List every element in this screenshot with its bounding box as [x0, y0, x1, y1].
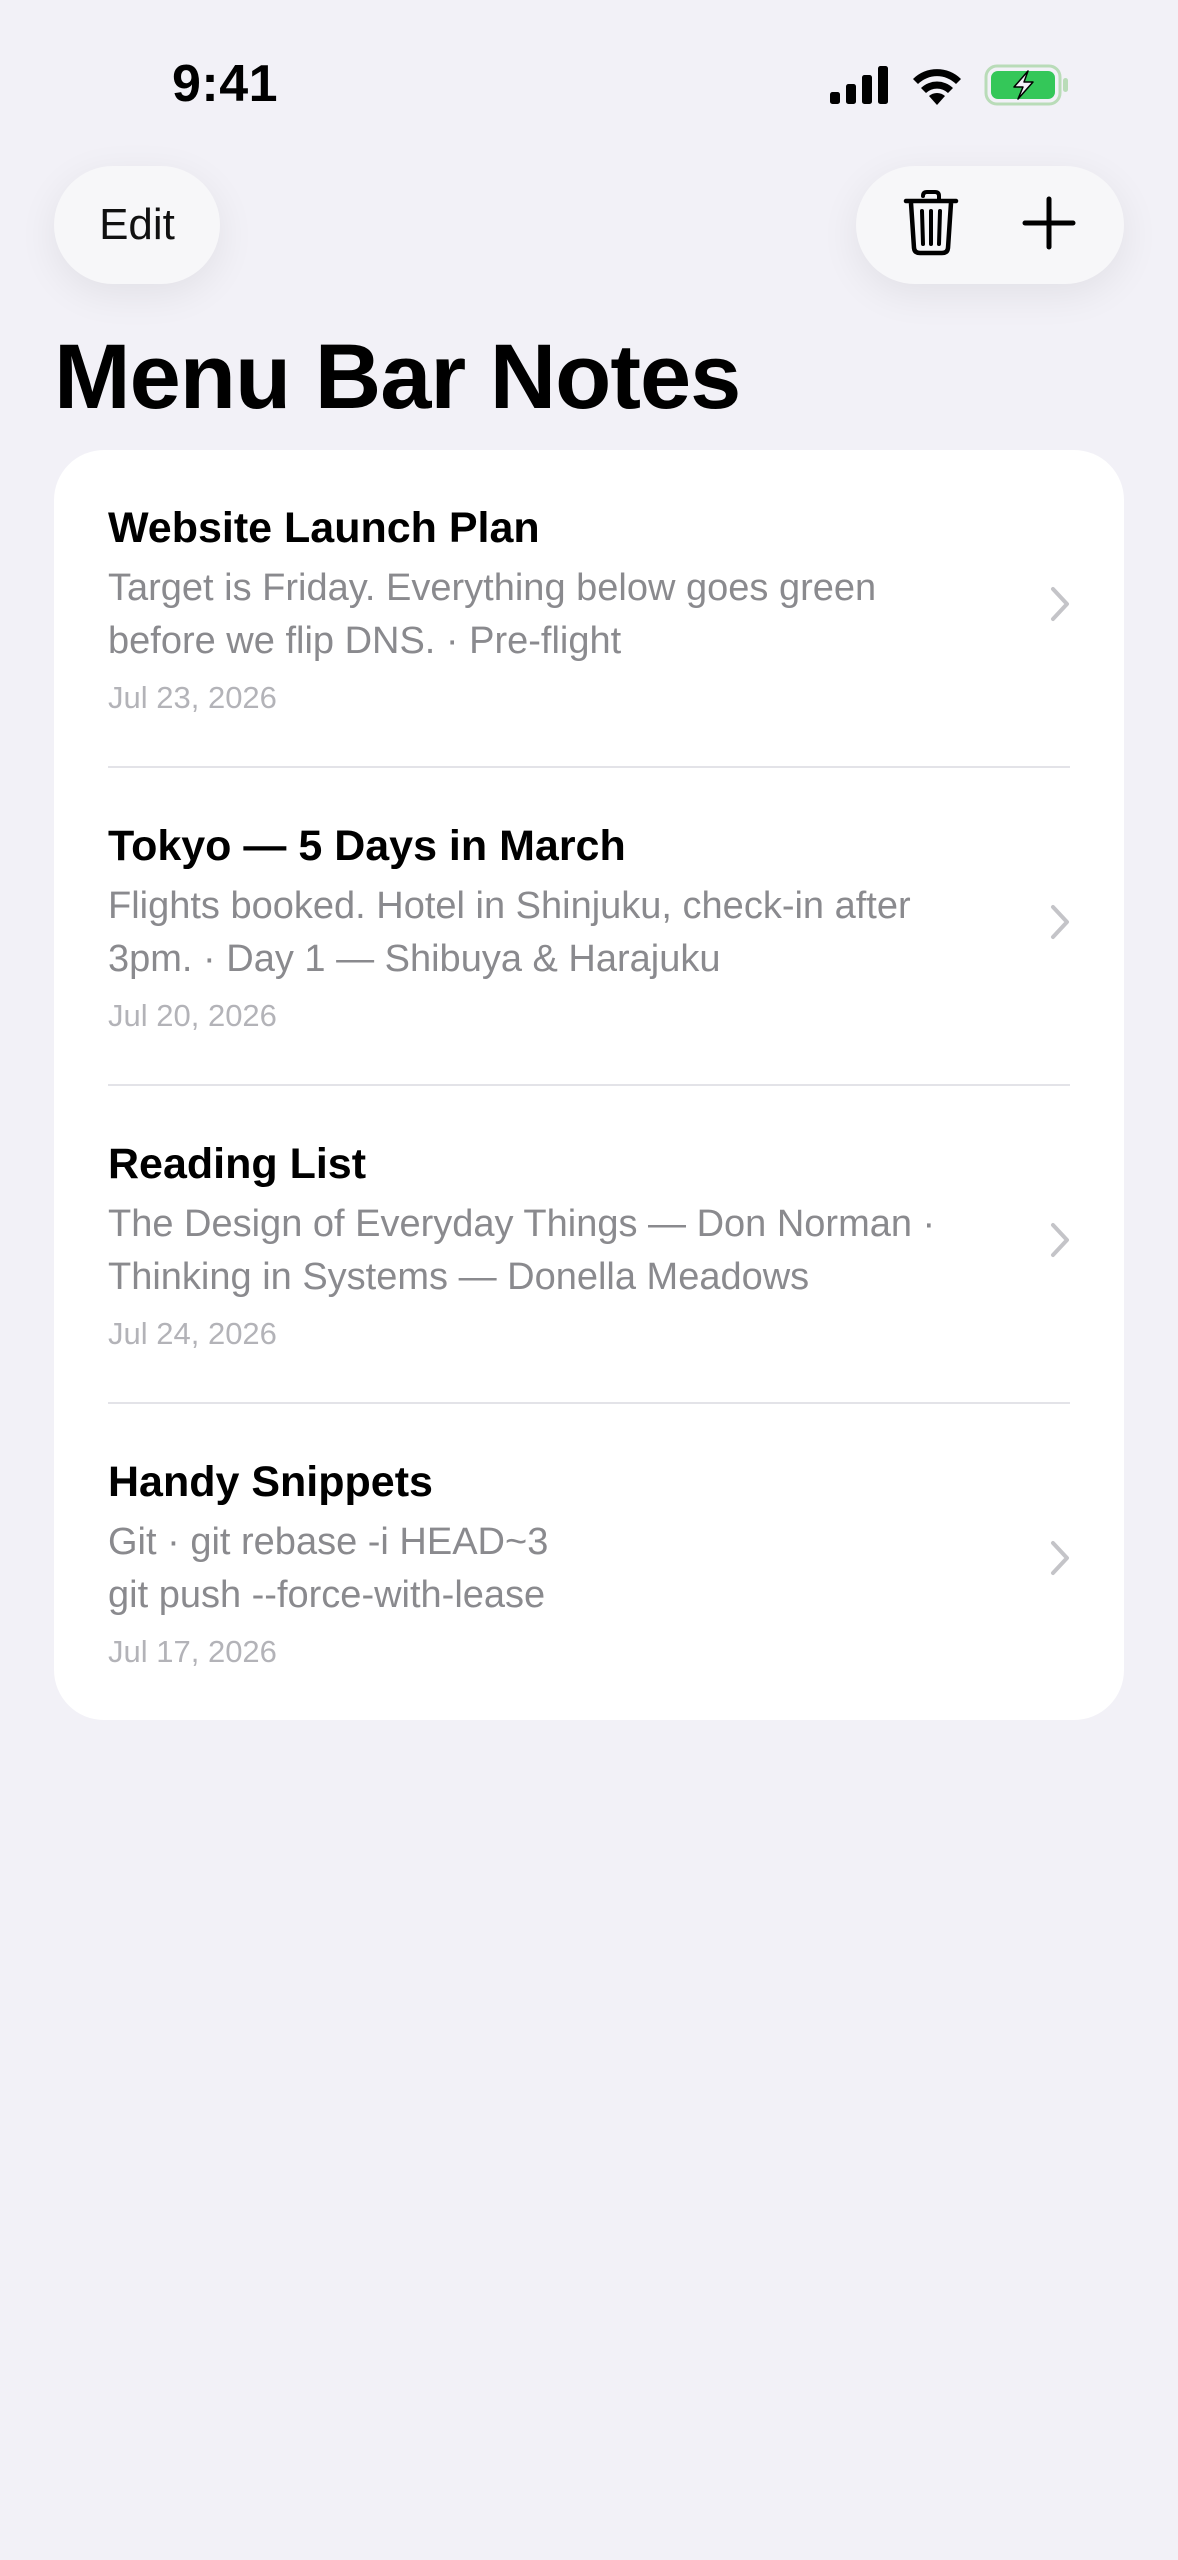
- add-note-button[interactable]: [994, 166, 1104, 284]
- chevron-right-icon: [1050, 904, 1070, 945]
- note-preview: Git · git rebase -i HEAD~3 git push --fo…: [108, 1516, 1008, 1622]
- note-preview-line: Target is Friday. Everything below goes …: [108, 567, 877, 609]
- chevron-right-icon: [1050, 586, 1070, 627]
- wifi-icon: [910, 65, 964, 105]
- cellular-signal-icon: [830, 66, 890, 104]
- note-preview-line: 3pm. · Day 1 — Shibuya & Harajuku: [108, 938, 721, 980]
- note-date: Jul 24, 2026: [108, 1316, 277, 1351]
- note-preview-line: The Design of Everyday Things — Don Norm…: [108, 1203, 936, 1245]
- note-date: Jul 17, 2026: [108, 1634, 277, 1669]
- chevron-right-icon: [1050, 1222, 1070, 1263]
- note-preview: The Design of Everyday Things — Don Norm…: [108, 1198, 1008, 1304]
- status-bar: 9:41: [0, 0, 1178, 170]
- note-title: Tokyo — 5 Days in March: [108, 822, 626, 870]
- note-row[interactable]: Tokyo — 5 Days in March Flights booked. …: [54, 768, 1124, 1086]
- note-preview: Flights booked. Hotel in Shinjuku, check…: [108, 880, 1008, 986]
- status-time: 9:41: [172, 55, 279, 113]
- note-preview: Target is Friday. Everything below goes …: [108, 562, 1008, 668]
- trash-icon: [903, 189, 959, 261]
- note-preview-line: Flights booked. Hotel in Shinjuku, check…: [108, 885, 911, 927]
- note-date: Jul 23, 2026: [108, 680, 277, 715]
- chevron-right-icon: [1050, 1540, 1070, 1581]
- edit-button[interactable]: Edit: [54, 166, 220, 284]
- page-title: Menu Bar Notes: [54, 326, 741, 428]
- note-date: Jul 20, 2026: [108, 998, 277, 1033]
- note-preview-line: Thinking in Systems — Donella Meadows: [108, 1256, 810, 1298]
- note-row[interactable]: Reading List The Design of Everyday Thin…: [54, 1086, 1124, 1404]
- note-title: Handy Snippets: [108, 1458, 433, 1506]
- delete-button[interactable]: [876, 166, 986, 284]
- status-icons: [830, 64, 1070, 106]
- note-preview-line: Git · git rebase -i HEAD~3: [108, 1521, 549, 1563]
- note-preview-line: git push --force-with-lease: [108, 1574, 546, 1616]
- plus-icon: [1022, 196, 1076, 255]
- note-title: Website Launch Plan: [108, 504, 540, 552]
- note-title: Reading List: [108, 1140, 367, 1188]
- note-preview-line: before we flip DNS. · Pre-flight: [108, 620, 622, 662]
- notes-list: Website Launch Plan Target is Friday. Ev…: [54, 450, 1124, 1720]
- battery-charging-icon: [984, 64, 1070, 106]
- note-row[interactable]: Handy Snippets Git · git rebase -i HEAD~…: [54, 1404, 1124, 1720]
- note-row[interactable]: Website Launch Plan Target is Friday. Ev…: [54, 450, 1124, 768]
- toolbar-actions: [856, 166, 1124, 284]
